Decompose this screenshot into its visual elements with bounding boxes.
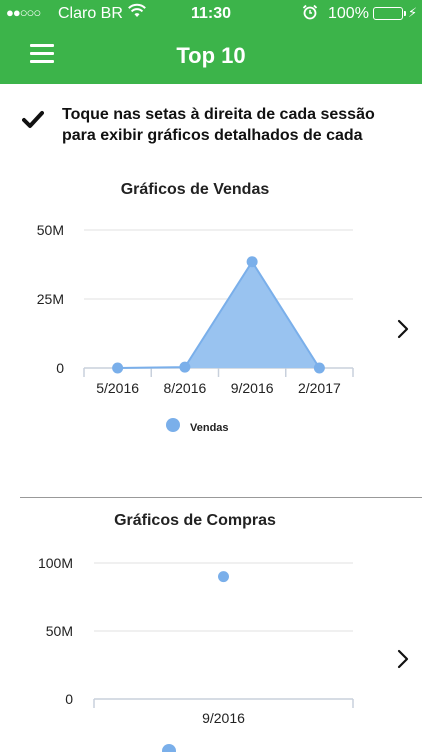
data-point xyxy=(179,361,191,373)
page-title: Top 10 xyxy=(176,43,246,68)
sales-chart: 0 25M 50M 5/2016 8/2016 9/2016 2/2017 xyxy=(37,222,354,396)
battery-icon xyxy=(373,7,403,20)
x-tick-label: 8/2016 xyxy=(163,380,206,396)
y-tick-label: 0 xyxy=(65,691,73,707)
charging-icon: ⚡︎ xyxy=(408,5,418,20)
y-tick-label: 50M xyxy=(37,222,64,238)
info-text: Toque nas setas à direita de cada sessão… xyxy=(62,106,375,144)
sales-chart-title: Gráficos de Vendas xyxy=(120,181,270,198)
sales-chart-legend: Vendas xyxy=(0,416,422,441)
battery-tip xyxy=(404,11,406,16)
legend-label-vendas: Vendas xyxy=(190,422,229,434)
status-bar: ●●○○○ Claro BR 11:30 100% ⚡︎ xyxy=(0,0,422,28)
nav-bar: Top 10 xyxy=(0,28,422,84)
y-tick-label: 0 xyxy=(56,360,64,376)
y-tick-label: 50M xyxy=(46,623,73,639)
x-tick-label: 9/2016 xyxy=(231,380,274,396)
battery-percentage: 100% xyxy=(328,5,369,22)
section-divider xyxy=(20,497,422,498)
data-point xyxy=(313,362,325,374)
y-tick-label: 100M xyxy=(38,555,73,571)
sales-chart-chevron-right-icon[interactable] xyxy=(392,318,414,340)
x-tick-label: 5/2016 xyxy=(96,380,139,396)
checkmark-icon xyxy=(22,111,44,128)
data-point xyxy=(246,256,258,268)
y-tick-label: 25M xyxy=(37,291,64,307)
x-tick-label: 9/2016 xyxy=(202,710,245,726)
alarm-icon xyxy=(302,4,318,25)
x-tick-label: 2/2017 xyxy=(298,380,341,396)
purchases-chart-title: Gráficos de Compras xyxy=(114,512,276,529)
data-point xyxy=(112,362,124,374)
purchases-chart-chevron-right-icon[interactable] xyxy=(392,648,414,670)
purchases-chart: 0 50M 100M 9/2016 xyxy=(38,555,354,726)
legend-marker-vendas xyxy=(166,418,180,432)
purchases-legend-marker xyxy=(162,744,176,752)
data-point xyxy=(218,571,229,583)
